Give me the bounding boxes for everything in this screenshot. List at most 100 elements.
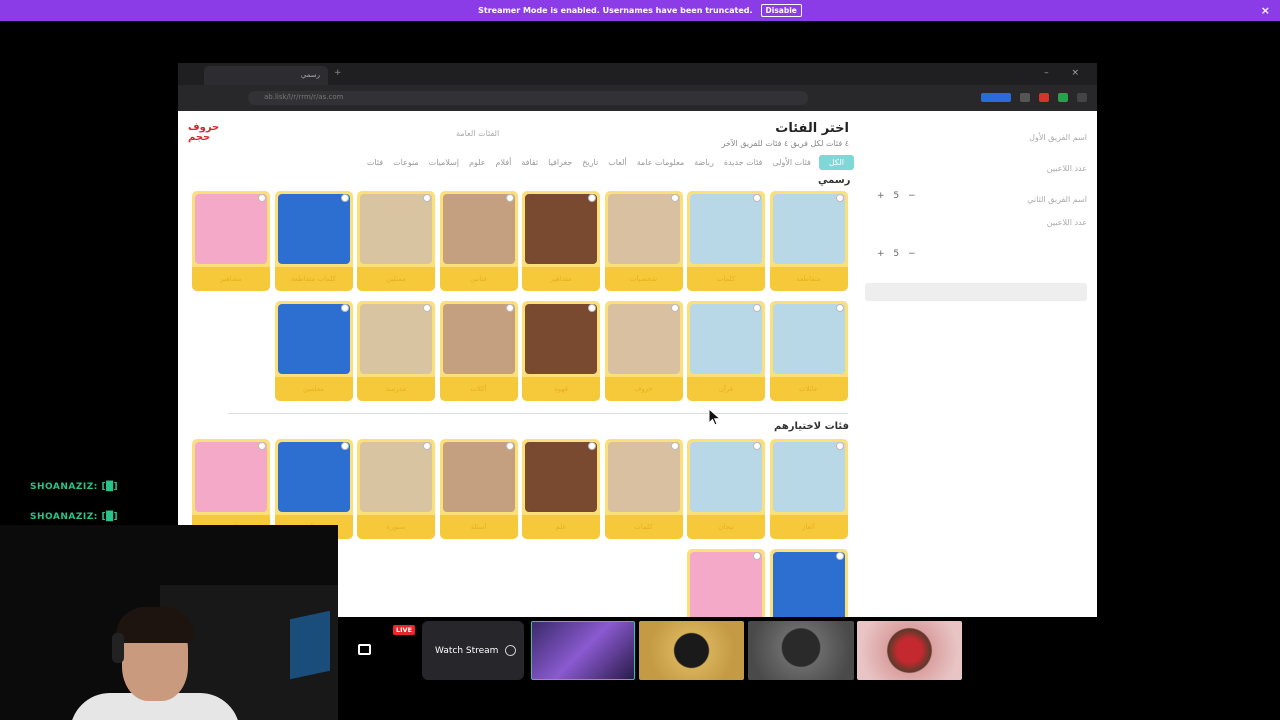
start-game-button[interactable] [865,283,1087,301]
info-icon[interactable] [340,194,349,202]
category-card[interactable]: أسئلة [439,439,518,539]
category-tab[interactable]: أفلام [494,155,514,170]
record-icon[interactable] [1039,93,1049,102]
category-card[interactable]: قرآن [687,301,765,401]
new-tab-icon[interactable]: + [334,68,342,78]
stream-thumbnail[interactable] [531,621,635,680]
watch-stream-button[interactable]: Watch Stream [422,621,524,680]
category-tab[interactable]: فئات جديدة [722,155,765,170]
category-card[interactable]: مدرسة [357,301,435,401]
team1-count: 5 [893,191,903,201]
category-card[interactable]: خرائط [687,549,765,617]
screen-share-icon[interactable] [358,644,371,655]
page-subtitle: ٤ فئات لكل فريق ٤ فئات للفريق الآخر [721,139,849,148]
card-label: مدرسة [357,377,435,401]
card-label: فنانين [439,267,518,291]
category-card[interactable]: سبورة [357,439,435,539]
category-card[interactable]: مشاهير [522,191,600,291]
window-controls[interactable]: – × [1044,68,1089,78]
card-image [360,194,432,264]
card-image [442,442,515,512]
team-settings-panel: اسم الفريق الأول عدد اللاعبين + 5 − اسم … [865,121,1087,301]
info-icon[interactable] [835,194,844,202]
minus-button[interactable]: − [908,191,919,201]
info-icon[interactable] [670,304,679,312]
card-image [360,442,432,512]
stream-thumbnail[interactable] [748,621,854,680]
category-tab[interactable]: علوم [467,155,488,170]
info-icon[interactable] [588,442,596,450]
extension-icon[interactable] [1077,93,1087,102]
info-icon[interactable] [670,442,679,450]
category-card[interactable]: قهوة [522,301,600,401]
url-field[interactable]: ab.lisk/l/r/rrm/r/as.com [248,91,808,105]
live-badge: LIVE [393,625,416,635]
info-icon[interactable] [753,552,761,560]
category-tab[interactable]: ثقافة [519,155,540,170]
category-tab[interactable]: فئات [365,155,385,170]
info-icon[interactable] [423,194,431,202]
info-icon[interactable] [505,194,514,202]
category-card[interactable]: متقاطعة [769,191,848,291]
category-card[interactable]: عائلات [769,301,848,401]
category-tab[interactable]: تاريخ [580,155,600,170]
info-icon[interactable] [835,304,844,312]
category-card[interactable]: أكلات [439,301,518,401]
close-icon[interactable]: × [1261,4,1270,17]
category-card[interactable]: فنانين [439,191,518,291]
extension-icon[interactable] [981,93,1011,102]
browser-tab[interactable]: رسمي [204,66,328,85]
disable-button[interactable]: Disable [760,4,802,17]
info-icon[interactable] [588,194,596,202]
category-card[interactable]: كتب [192,439,270,539]
category-card[interactable]: شخصيات [604,191,683,291]
info-icon[interactable] [423,442,431,450]
category-tab[interactable]: منوعات [391,155,421,170]
info-icon[interactable] [340,304,349,312]
stream-thumbnail[interactable] [857,621,962,680]
info-icon[interactable] [423,304,431,312]
plus-button[interactable]: + [877,191,888,201]
category-card[interactable]: حروف [604,301,683,401]
extension-icon[interactable] [1058,93,1068,102]
info-icon[interactable] [340,442,349,450]
category-card[interactable]: كلمات [687,191,765,291]
info-icon[interactable] [505,304,514,312]
info-icon[interactable] [505,442,514,450]
category-card[interactable]: كلمات متقاطعة [274,191,353,291]
category-card[interactable]: تيجان [687,439,765,539]
category-card[interactable]: مشاهير [192,191,270,291]
info-icon[interactable] [835,442,844,450]
category-tab[interactable]: إسلاميات [427,155,461,170]
category-card[interactable]: ألغاز [769,439,848,539]
site-logo[interactable]: حروف حجم [188,123,219,143]
category-tab[interactable]: جغرافيا [546,155,574,170]
card-image [525,442,597,512]
stream-thumbnail[interactable] [639,621,744,680]
category-card[interactable]: معلمين [274,301,353,401]
categories-link[interactable]: الفئات العامة [456,129,499,138]
info-icon[interactable] [753,442,761,450]
info-icon[interactable] [258,194,266,202]
extension-icon[interactable] [1020,93,1030,102]
category-tab[interactable]: فئات الأولى [770,155,813,170]
card-label: أسئلة [439,515,518,539]
category-card[interactable]: علم [522,439,600,539]
category-card[interactable]: معالم [274,439,353,539]
category-card[interactable]: شخصيات [769,549,848,617]
info-icon[interactable] [753,304,761,312]
category-card[interactable]: ممثلين [357,191,435,291]
category-tab[interactable]: الكل [818,155,854,170]
info-icon[interactable] [258,442,266,450]
plus-button[interactable]: + [877,249,888,259]
info-icon[interactable] [753,194,761,202]
category-tab[interactable]: ألعاب [606,155,629,170]
info-icon[interactable] [835,552,844,560]
category-card[interactable]: كلمات [604,439,683,539]
info-icon[interactable] [588,304,596,312]
minus-button[interactable]: − [908,249,919,259]
info-icon[interactable] [670,194,679,202]
team1-name-field[interactable]: اسم الفريق الأول [865,133,1087,142]
category-tab[interactable]: معلومات عامة [635,155,687,170]
category-tab[interactable]: رياضة [692,155,716,170]
